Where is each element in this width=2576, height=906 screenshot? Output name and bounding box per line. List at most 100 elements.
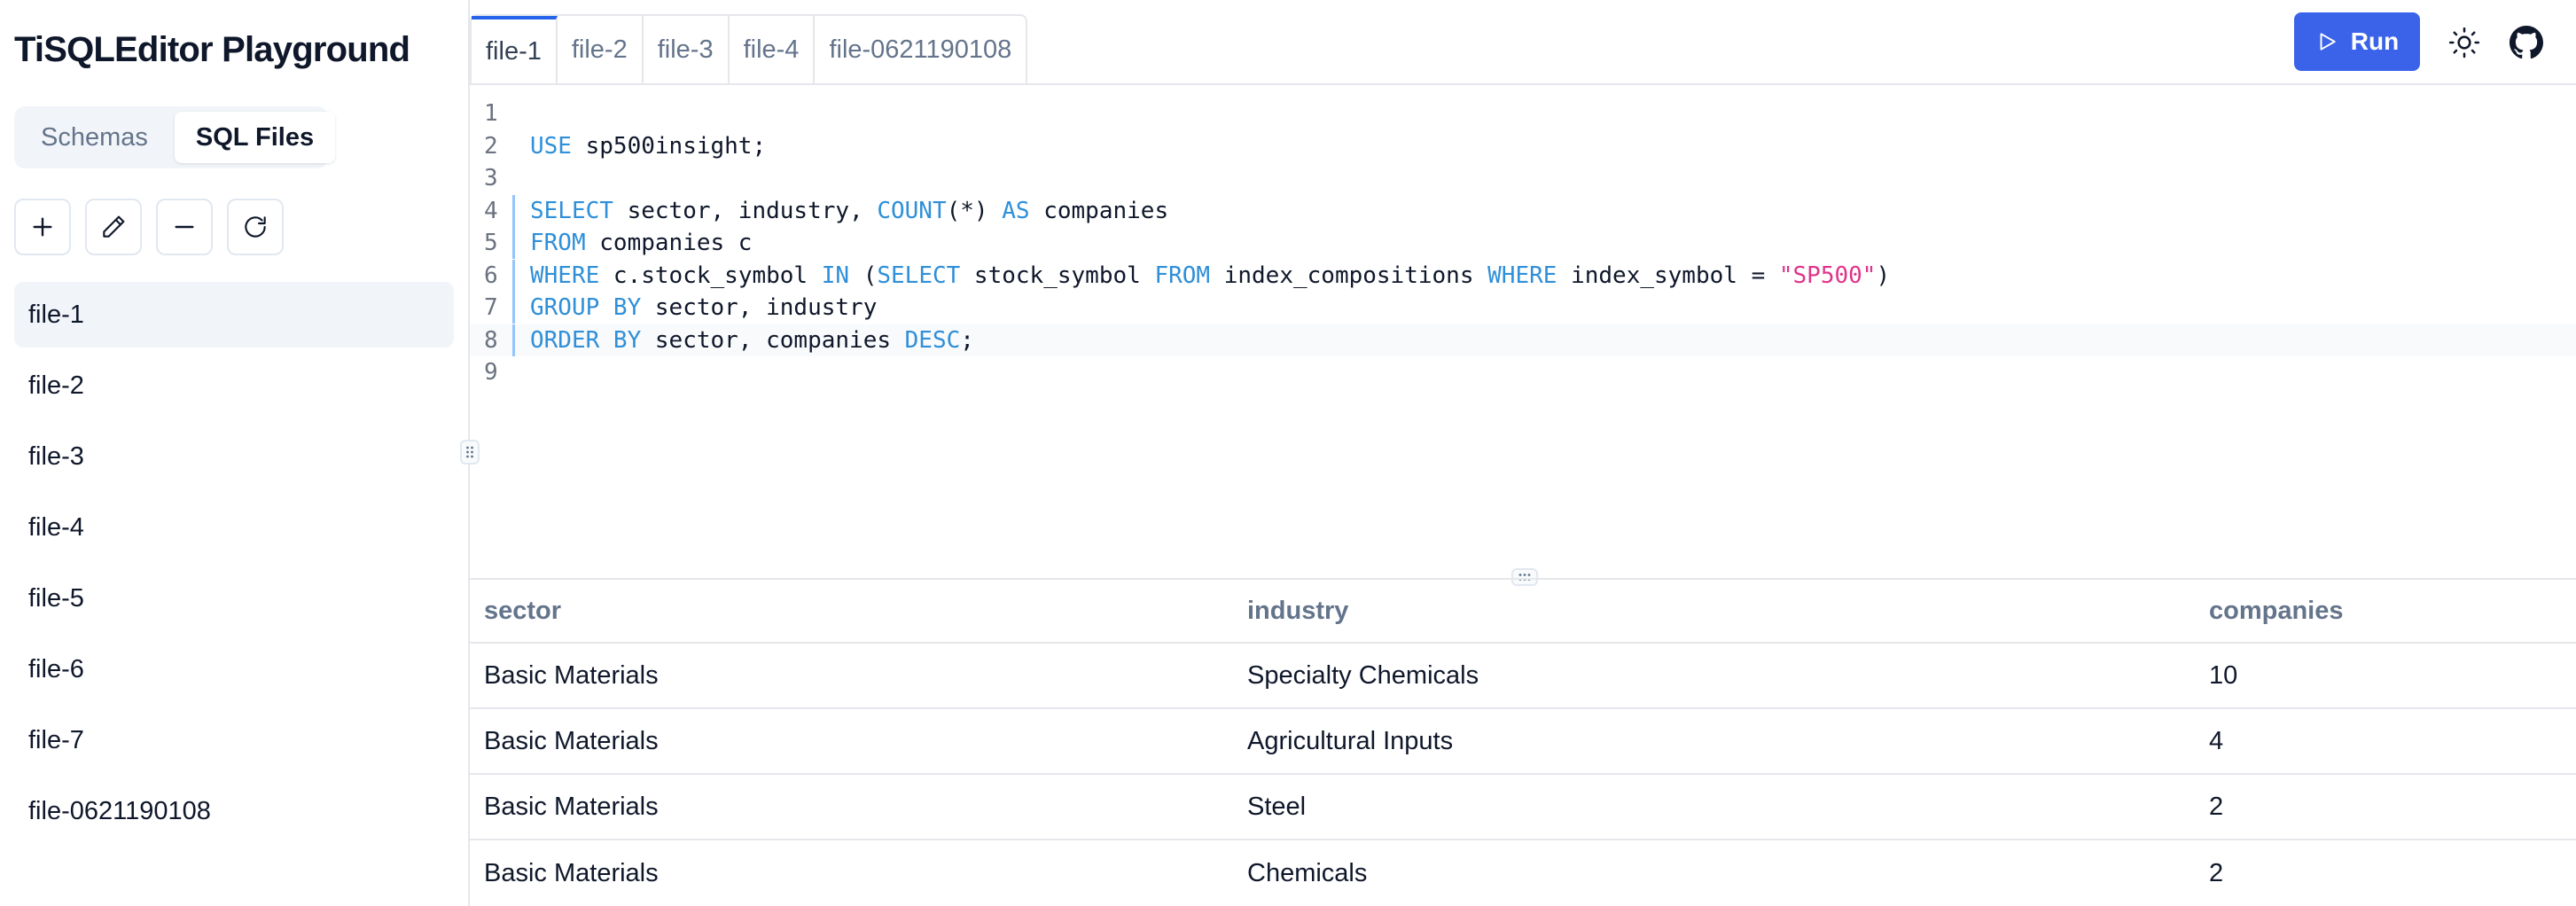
line-number: 7 xyxy=(484,294,498,321)
code-text: WHERE c.stock_symbol IN (SELECT stock_sy… xyxy=(530,260,1890,292)
theme-toggle-button[interactable] xyxy=(2441,20,2487,66)
delete-file-button[interactable] xyxy=(156,199,213,255)
line-number: 6 xyxy=(484,262,498,289)
run-button[interactable]: Run xyxy=(2294,12,2420,71)
app-root: TiSQLEditor Playground Schemas SQL Files… xyxy=(0,0,2576,906)
file-list: file-1 file-2 file-3 file-4 file-5 file-… xyxy=(14,282,454,849)
sql-keyword: SELECT xyxy=(877,262,961,289)
code-line[interactable]: 5 FROM companies c xyxy=(470,227,2576,259)
sql-token: index_compositions xyxy=(1210,262,1488,289)
table-row: Basic Materials Chemicals 2 xyxy=(470,840,2576,906)
sql-keyword: IN xyxy=(821,262,850,289)
code-line[interactable]: 1 xyxy=(470,98,2576,129)
list-item[interactable]: file-3 xyxy=(14,424,454,489)
sql-token: (*) xyxy=(946,197,1003,224)
sql-token: sector, companies xyxy=(641,326,905,354)
editor-tabs: file-1 file-2 file-3 file-4 file-0621190… xyxy=(470,14,1028,83)
list-item[interactable]: file-2 xyxy=(14,353,454,418)
list-item[interactable]: file-5 xyxy=(14,566,454,631)
line-number: 1 xyxy=(484,100,498,127)
github-icon xyxy=(2510,26,2543,59)
add-file-button[interactable] xyxy=(14,199,71,255)
github-link[interactable] xyxy=(2503,20,2549,66)
table-cell: Steel xyxy=(1247,792,1307,821)
table-cell: Agricultural Inputs xyxy=(1247,726,1454,755)
table-cell: Basic Materials xyxy=(484,858,659,887)
sql-keyword: FROM xyxy=(530,230,586,256)
results-table: sector industry companies Basic Material… xyxy=(470,578,2576,906)
file-toolbar xyxy=(14,199,284,255)
line-number: 9 xyxy=(484,359,498,386)
sql-token: sector, industry xyxy=(641,294,878,321)
sql-token: ) xyxy=(1876,262,1891,289)
table-cell: Specialty Chemicals xyxy=(1247,660,1479,690)
list-item[interactable]: file-1 xyxy=(14,282,454,348)
rename-file-button[interactable] xyxy=(85,199,142,255)
code-line[interactable]: 7 GROUP BY sector, industry xyxy=(470,292,2576,324)
code-line[interactable]: 8 ORDER BY sector, companies DESC; xyxy=(470,324,2576,356)
sql-keyword: SELECT xyxy=(530,197,613,224)
sql-token: sp500insight; xyxy=(571,132,767,160)
code-line[interactable]: 9 xyxy=(470,356,2576,388)
pencil-icon xyxy=(103,215,125,238)
sql-keyword: DESC xyxy=(904,326,961,354)
sql-token: companies xyxy=(1029,197,1169,224)
selection-marker xyxy=(512,259,515,292)
code-line[interactable]: 2 USE sp500insight; xyxy=(470,130,2576,162)
table-cell: Basic Materials xyxy=(484,660,659,690)
table-cell: Chemicals xyxy=(1247,858,1368,887)
sql-keyword: FROM xyxy=(1154,262,1211,289)
tab-sql-files[interactable]: SQL Files xyxy=(174,112,336,163)
sql-editor[interactable]: 1 2 USE sp500insight; 3 4 SELECT sector, indu… xyxy=(470,85,2576,578)
line-number: 3 xyxy=(484,165,498,191)
tab-file-3[interactable]: file-3 xyxy=(644,16,730,83)
sql-keyword: USE xyxy=(530,132,572,160)
code-line[interactable]: 4 SELECT sector, industry, COUNT(*) AS co… xyxy=(470,194,2576,227)
sun-icon xyxy=(2448,27,2480,59)
sql-token: stock_symbol xyxy=(960,262,1155,289)
sql-token: ( xyxy=(849,262,878,289)
selection-marker xyxy=(512,324,515,356)
code-line[interactable]: 6 WHERE c.stock_symbol IN (SELECT stock_s… xyxy=(470,259,2576,292)
tab-file-0621190108[interactable]: file-0621190108 xyxy=(815,16,1026,83)
sidebar: TiSQLEditor Playground Schemas SQL Files… xyxy=(0,0,470,906)
tab-file-4[interactable]: file-4 xyxy=(730,16,816,83)
code-text: ORDER BY sector, companies DESC; xyxy=(530,324,974,356)
line-number: 8 xyxy=(484,326,498,354)
tab-file-2[interactable]: file-2 xyxy=(558,16,644,83)
list-item[interactable]: file-7 xyxy=(14,707,454,773)
plus-icon xyxy=(33,217,52,237)
sql-token: c.stock_symbol xyxy=(599,262,822,289)
code-line[interactable]: 3 xyxy=(470,162,2576,194)
app-title: TiSQLEditor Playground xyxy=(14,30,410,69)
play-icon xyxy=(2320,33,2336,51)
sql-keyword: AS xyxy=(1002,197,1030,224)
code-text: GROUP BY sector, industry xyxy=(530,292,877,324)
refresh-icon xyxy=(245,216,266,238)
table-cell: 2 xyxy=(2209,792,2224,821)
table-cell: Basic Materials xyxy=(484,726,659,755)
refresh-button[interactable] xyxy=(227,199,284,255)
selection-marker xyxy=(512,194,515,227)
selection-marker xyxy=(512,292,515,324)
line-number: 4 xyxy=(484,197,498,224)
selection-marker xyxy=(512,227,515,259)
sql-keyword: COUNT xyxy=(877,197,947,224)
tab-schemas[interactable]: Schemas xyxy=(20,112,169,163)
table-row: Basic Materials Steel 2 xyxy=(470,775,2576,840)
list-item[interactable]: file-0621190108 xyxy=(14,778,454,844)
sql-keyword: GROUP BY xyxy=(530,294,642,321)
column-header-industry: industry xyxy=(1247,596,1349,625)
table-cell: Basic Materials xyxy=(484,792,659,821)
table-cell: 10 xyxy=(2209,660,2238,690)
list-item[interactable]: file-6 xyxy=(14,637,454,702)
code-text: FROM companies c xyxy=(530,227,752,259)
list-item[interactable]: file-4 xyxy=(14,495,454,560)
tab-file-1[interactable]: file-1 xyxy=(472,16,558,83)
sql-token: index_symbol = xyxy=(1557,262,1779,289)
line-number: 5 xyxy=(484,230,498,256)
table-row: Basic Materials Specialty Chemicals 10 xyxy=(470,644,2576,709)
sql-token: ; xyxy=(960,326,974,354)
code-text: SELECT sector, industry, COUNT(*) AS com… xyxy=(530,195,1168,227)
table-cell: 2 xyxy=(2209,858,2224,887)
